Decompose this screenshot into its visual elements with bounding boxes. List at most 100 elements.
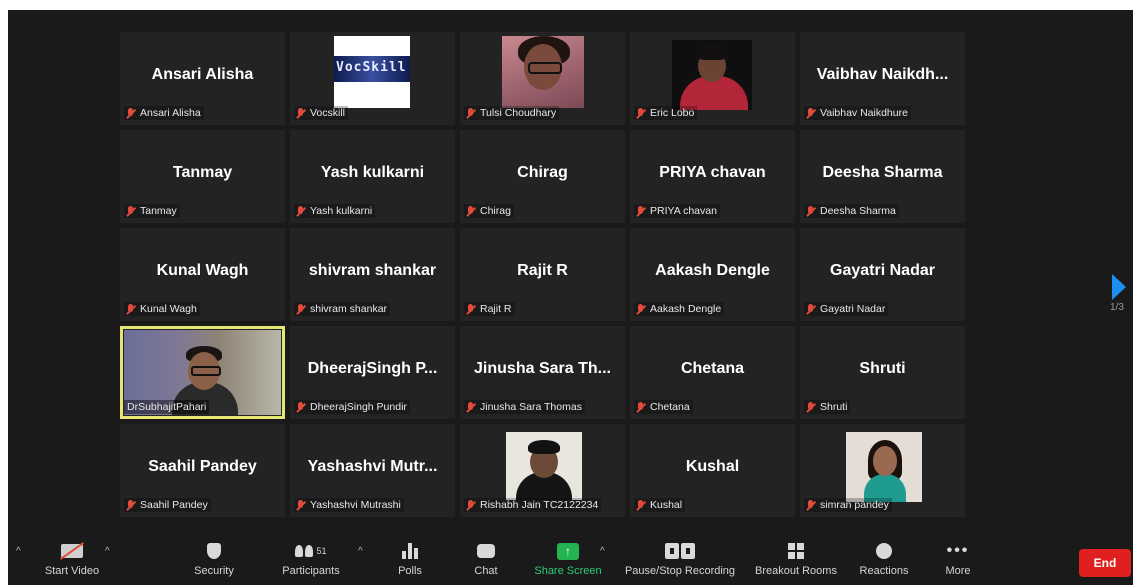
mic-muted-icon [635, 303, 646, 315]
participant-label-text: Kunal Wagh [140, 303, 197, 315]
mic-muted-icon [295, 205, 306, 217]
mic-muted-icon [125, 499, 136, 511]
chevron-up-icon[interactable]: ^ [105, 546, 110, 557]
participant-label-text: simran pandey [820, 499, 889, 511]
participant-display-name: Deesha Sharma [822, 164, 943, 181]
participant-label: Kushal [634, 498, 686, 512]
end-meeting-button[interactable]: End [1079, 549, 1131, 577]
participant-tile[interactable]: Rajit R Rajit R [460, 228, 625, 321]
participant-label-text: Aakash Dengle [650, 303, 722, 315]
participant-tile[interactable]: Aakash Dengle Aakash Dengle [630, 228, 795, 321]
start-video-button[interactable]: Start Video [42, 532, 102, 585]
participant-label: Saahil Pandey [124, 498, 211, 512]
participant-label: Yash kulkarni [294, 204, 376, 218]
security-button[interactable]: Security [186, 532, 242, 585]
participant-tile[interactable]: Chirag Chirag [460, 130, 625, 223]
share-screen-label: Share Screen [534, 565, 602, 577]
participant-label: Tulsi Choudhary [464, 106, 560, 120]
participant-label: Chetana [634, 400, 693, 414]
participant-tile[interactable]: Yashashvi Mutr... Yashashvi Mutrashi [290, 424, 455, 517]
participant-video [506, 432, 582, 500]
meeting-window: Ansari Alisha Ansari Alisha VocSkill Voc… [8, 10, 1133, 585]
reactions-label: Reactions [859, 565, 909, 577]
participant-label-text: Tanmay [140, 205, 177, 217]
participant-label-text: Kushal [650, 499, 683, 511]
participant-tile[interactable]: Shruti Shruti [800, 326, 965, 419]
breakout-rooms-label: Breakout Rooms [755, 565, 837, 577]
participant-label-text: Yashashvi Mutrashi [310, 499, 401, 511]
mic-muted-icon [465, 401, 476, 413]
participant-tile[interactable]: Tanmay Tanmay [120, 130, 285, 223]
participant-display-name: Tanmay [172, 164, 233, 181]
participant-tile[interactable]: VocSkill Vocskill [290, 32, 455, 125]
chevron-up-icon[interactable]: ^ [600, 546, 605, 557]
participant-display-name: Yash kulkarni [320, 164, 425, 181]
mic-muted-icon [635, 107, 646, 119]
participant-tile[interactable]: shivram shankar shivram shankar [290, 228, 455, 321]
mic-muted-icon [295, 401, 306, 413]
breakout-rooms-button[interactable]: Breakout Rooms [752, 532, 840, 585]
participant-video [672, 40, 752, 110]
participant-display-name: shivram shankar [308, 262, 437, 279]
mic-muted-icon [635, 205, 646, 217]
mic-muted-icon [465, 107, 476, 119]
participant-tile[interactable]: Rishabh Jain TC2122234 [460, 424, 625, 517]
participant-label-text: Chirag [480, 205, 511, 217]
share-screen-button[interactable]: ↑ Share Screen [532, 532, 604, 585]
participant-tile[interactable]: Chetana Chetana [630, 326, 795, 419]
participant-label-text: shivram shankar [310, 303, 388, 315]
participant-tile[interactable]: Yash kulkarni Yash kulkarni [290, 130, 455, 223]
mic-muted-icon [125, 107, 136, 119]
participant-label: Vaibhav Naikdhure [804, 106, 911, 120]
participant-tile[interactable]: PRIYA chavan PRIYA chavan [630, 130, 795, 223]
participant-label-text: Ansari Alisha [140, 107, 201, 119]
participant-tile[interactable]: Saahil Pandey Saahil Pandey [120, 424, 285, 517]
vocskill-logo-text: VocSkill [336, 60, 407, 75]
participant-tile[interactable]: simran pandey [800, 424, 965, 517]
participants-button[interactable]: 51 Participants [276, 532, 346, 585]
mic-muted-icon [295, 303, 306, 315]
more-button[interactable]: ••• More [938, 532, 978, 585]
participant-tile[interactable]: Tulsi Choudhary [460, 32, 625, 125]
participant-tile[interactable]: Kushal Kushal [630, 424, 795, 517]
chevron-up-icon[interactable]: ^ [16, 546, 21, 557]
participant-display-name: PRIYA chavan [659, 164, 766, 181]
participant-label: Gayatri Nadar [804, 302, 889, 316]
reactions-button[interactable]: Reactions [854, 532, 914, 585]
mic-muted-icon [465, 303, 476, 315]
participants-icon [295, 545, 314, 557]
participant-display-name: Chetana [680, 360, 745, 377]
next-page-arrow-icon[interactable] [1112, 274, 1126, 300]
participant-label: Jinusha Sara Thomas [464, 400, 585, 414]
participant-display-name: Gayatri Nadar [830, 262, 935, 279]
participant-label-text: Yash kulkarni [310, 205, 373, 217]
participant-label: DheerajSingh Pundir [294, 400, 410, 414]
polls-button[interactable]: Polls [390, 532, 430, 585]
participant-label: Rishabh Jain TC2122234 [464, 498, 602, 512]
participant-tile[interactable]: Kunal Wagh Kunal Wagh [120, 228, 285, 321]
participant-label: Rajit R [464, 302, 515, 316]
participant-display-name: Ansari Alisha [151, 66, 254, 83]
mic-muted-icon [805, 303, 816, 315]
participant-label-text: Vaibhav Naikdhure [820, 107, 908, 119]
participant-display-name: Chirag [517, 164, 568, 181]
participant-tile-active-speaker[interactable]: DrSubhajitPahari [120, 326, 285, 419]
participant-tile[interactable]: DheerajSingh P... DheerajSingh Pundir [290, 326, 455, 419]
participant-tile[interactable]: Gayatri Nadar Gayatri Nadar [800, 228, 965, 321]
chat-button[interactable]: Chat [466, 532, 506, 585]
participant-label-text: Eric Lobo [650, 107, 695, 119]
pause-stop-recording-button[interactable]: Pause/Stop Recording [622, 532, 738, 585]
chevron-up-icon[interactable]: ^ [358, 546, 363, 557]
participant-display-name: Shruti [859, 360, 906, 377]
participant-tile[interactable]: Ansari Alisha Ansari Alisha [120, 32, 285, 125]
participant-tile[interactable]: Deesha Sharma Deesha Sharma [800, 130, 965, 223]
participant-label-text: Tulsi Choudhary [480, 107, 557, 119]
participant-label: Aakash Dengle [634, 302, 725, 316]
polls-icon [402, 543, 418, 559]
participant-display-name: Jinusha Sara Th... [474, 360, 611, 377]
participant-label-text: Saahil Pandey [140, 499, 208, 511]
participant-tile[interactable]: Jinusha Sara Th... Jinusha Sara Thomas [460, 326, 625, 419]
participant-tile[interactable]: Eric Lobo [630, 32, 795, 125]
participant-tile[interactable]: Vaibhav Naikdh... Vaibhav Naikdhure [800, 32, 965, 125]
mic-muted-icon [805, 401, 816, 413]
